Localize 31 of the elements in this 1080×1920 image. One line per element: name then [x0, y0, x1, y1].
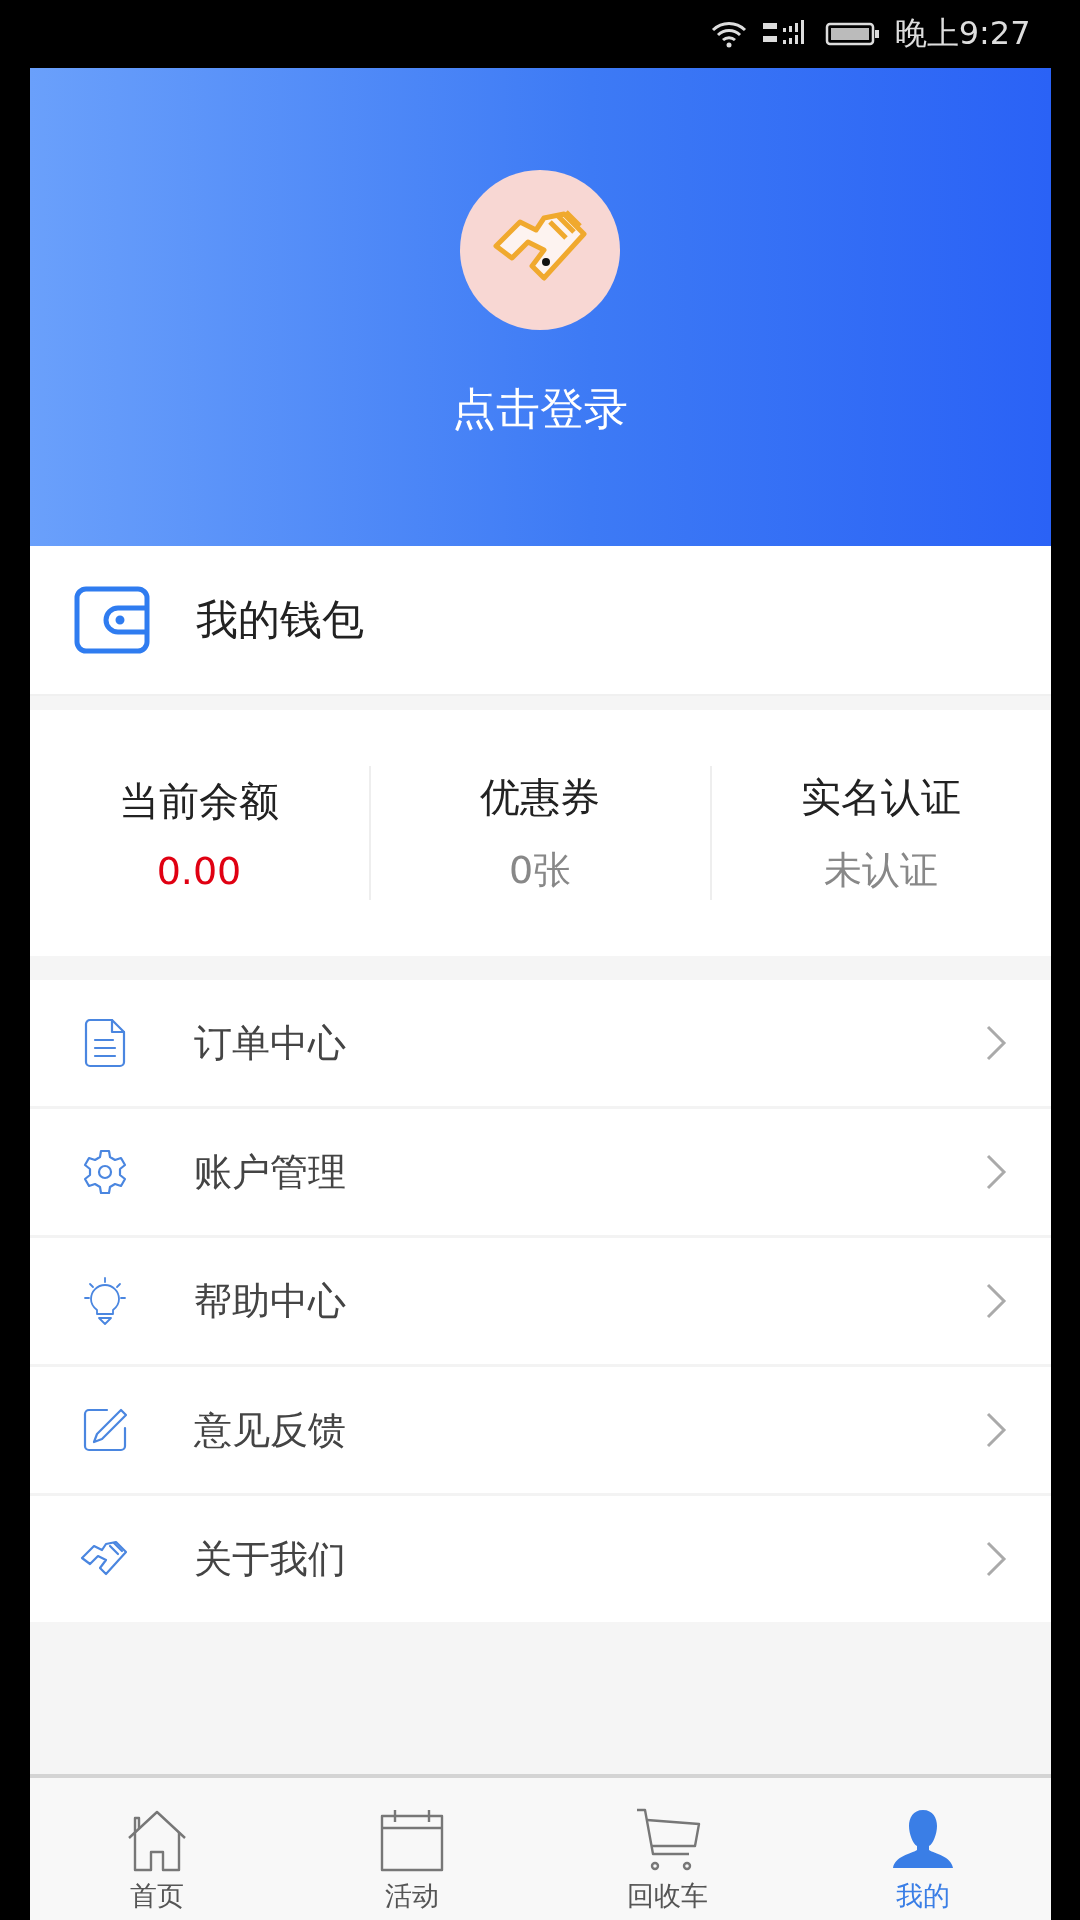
menu-item[interactable]: 关于我们 [29, 1493, 1051, 1622]
stat-label: 实名认证 [801, 773, 961, 822]
nav-tab[interactable]: 活动 [284, 1778, 540, 1920]
chevron-icon [984, 1024, 1007, 1062]
nav-tab[interactable]: 首页 [29, 1778, 285, 1920]
handshake-icon [79, 1540, 130, 1578]
stat-value: 未认证 [824, 847, 938, 894]
chevron-icon [984, 1153, 1007, 1191]
stat-value: 0张 [508, 847, 572, 894]
status-time: 晚上9:27 [894, 13, 1031, 54]
stat-label: 优惠券 [480, 773, 600, 822]
nav-tab[interactable]: 我的 [795, 1778, 1051, 1920]
document-icon [83, 1018, 126, 1068]
wifi-icon [710, 20, 747, 48]
lightbulb-icon [81, 1276, 128, 1326]
battery-icon [824, 20, 881, 48]
menu-item[interactable]: 账户管理 [29, 1106, 1051, 1235]
menu-item[interactable]: 帮助中心 [29, 1235, 1051, 1364]
chevron-icon [984, 1411, 1007, 1449]
wallet-icon [73, 586, 150, 654]
nav-tab[interactable]: 回收车 [540, 1778, 796, 1920]
login-link[interactable]: 点击登录 [452, 380, 628, 439]
menu-item[interactable]: 意见反馈 [29, 1364, 1051, 1493]
chevron-icon [984, 1282, 1007, 1320]
calendar-icon [379, 1808, 446, 1872]
wallet-title: 我的钱包 [195, 594, 364, 646]
stat-label: 当前余额 [119, 776, 279, 826]
cart-icon [634, 1808, 701, 1872]
menu-item[interactable]: 订单中心 [29, 980, 1051, 1106]
chevron-icon [984, 1540, 1007, 1578]
stat-value: 0.00 [156, 848, 242, 893]
